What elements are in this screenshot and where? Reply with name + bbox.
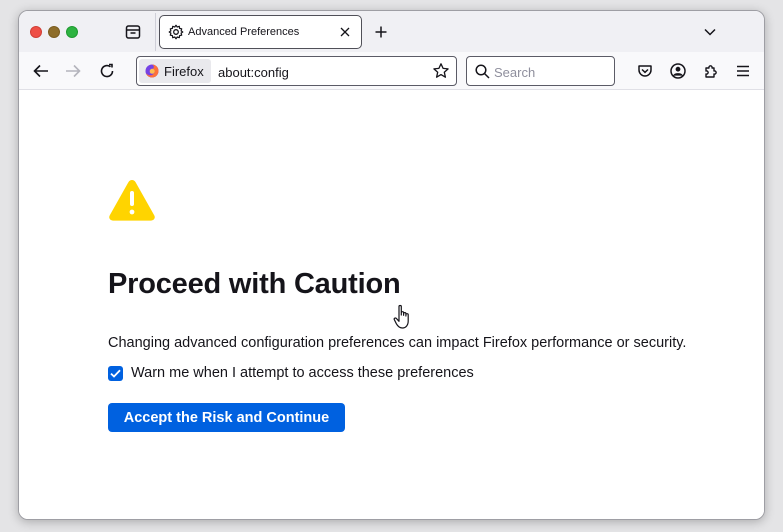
plus-icon[interactable] bbox=[371, 22, 391, 42]
tab-overview-icon[interactable] bbox=[124, 23, 142, 41]
warn-checkbox-row[interactable]: Warn me when I attempt to access these p… bbox=[108, 365, 474, 381]
close-icon[interactable] bbox=[335, 22, 355, 42]
search-icon bbox=[475, 64, 490, 79]
extensions-icon[interactable] bbox=[701, 61, 721, 81]
search-bar[interactable] bbox=[466, 56, 615, 86]
page-title: Proceed with Caution bbox=[108, 268, 401, 300]
hand-cursor-icon bbox=[393, 304, 413, 330]
url-bar[interactable]: Firefox about:config bbox=[136, 56, 457, 86]
identity-box[interactable]: Firefox bbox=[139, 59, 211, 83]
tab-title: Advanced Preferences bbox=[188, 26, 300, 38]
forward-arrow-icon[interactable] bbox=[61, 59, 85, 83]
search-input[interactable] bbox=[494, 63, 609, 81]
zoom-window-button[interactable] bbox=[66, 26, 78, 38]
account-icon[interactable] bbox=[668, 61, 688, 81]
minimize-window-button[interactable] bbox=[48, 26, 60, 38]
star-icon[interactable] bbox=[432, 62, 450, 80]
checkmark-icon bbox=[110, 369, 121, 378]
hamburger-menu-icon[interactable] bbox=[733, 61, 753, 81]
back-arrow-icon[interactable] bbox=[29, 59, 53, 83]
tab-bar: Advanced Preferences bbox=[19, 11, 764, 52]
identity-label: Firefox bbox=[164, 63, 204, 79]
page-content: Proceed with Caution Changing advanced c… bbox=[19, 91, 764, 519]
chevron-down-icon[interactable] bbox=[701, 23, 719, 41]
url-text[interactable]: about:config bbox=[218, 65, 289, 80]
nav-bar: Firefox about:config bbox=[19, 52, 764, 90]
gear-icon bbox=[168, 24, 184, 40]
pocket-icon[interactable] bbox=[635, 61, 655, 81]
reload-icon[interactable] bbox=[95, 59, 119, 83]
firefox-logo-icon bbox=[145, 64, 159, 78]
page-description: Changing advanced configuration preferen… bbox=[108, 335, 687, 351]
browser-window: Advanced Preferences Firefox about:confi… bbox=[18, 10, 765, 520]
close-window-button[interactable] bbox=[30, 26, 42, 38]
warning-icon bbox=[108, 178, 156, 222]
warn-checkbox[interactable] bbox=[108, 365, 123, 381]
tab-advanced-preferences[interactable]: Advanced Preferences bbox=[159, 15, 362, 49]
warn-checkbox-label[interactable]: Warn me when I attempt to access these p… bbox=[131, 365, 474, 381]
accept-risk-button[interactable]: Accept the Risk and Continue bbox=[108, 403, 345, 432]
tab-separator bbox=[155, 13, 156, 51]
